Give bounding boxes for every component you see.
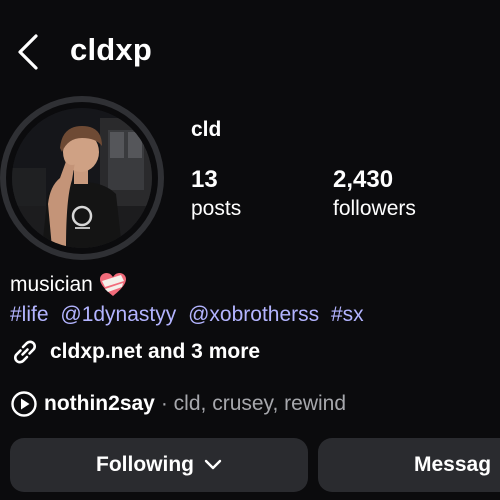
bio-links[interactable]: cldxp.net and 3 more [10, 337, 260, 367]
message-label: Messag [414, 453, 492, 476]
play-circle-icon [11, 391, 37, 417]
music-artists: · cld, crusey, rewind [160, 392, 347, 415]
chevron-down-icon [204, 459, 222, 470]
posts-label: posts [191, 197, 242, 220]
back-button[interactable] [16, 34, 42, 70]
link-text: cldxp.net and 3 more [50, 340, 261, 363]
posts-count: 13 [191, 166, 218, 193]
music-title: nothin2say [44, 392, 155, 415]
bio-text: musician [10, 273, 93, 296]
avatar-photo [12, 108, 152, 248]
followers-label: followers [333, 197, 416, 220]
link-icon [14, 340, 36, 364]
bio-mention-1dynastyy[interactable]: @1dynastyy [60, 303, 176, 326]
bio-mention-xobrotherss[interactable]: @xobrotherss [188, 303, 319, 326]
following-button[interactable]: Following [10, 438, 308, 492]
bandaged-heart-icon [99, 273, 126, 296]
bio-tag-sx[interactable]: #sx [331, 303, 364, 326]
bio-tag-life[interactable]: #life [10, 303, 49, 326]
bio: musician #life @1dynastyy @xobrotherss #… [10, 270, 370, 330]
avatar[interactable] [0, 96, 164, 260]
followers-count: 2,430 [333, 166, 394, 193]
message-button[interactable]: Messag [318, 438, 500, 492]
chevron-left-icon [18, 34, 38, 70]
followers-stat[interactable]: 2,430 followers [333, 166, 416, 224]
display-name: cld [191, 118, 222, 141]
profile-page: cldxp cld 13 posts 2,430 followers music… [0, 0, 500, 500]
bio-tags: #life @1dynastyy @xobrotherss #sx [10, 300, 370, 330]
page-title: cldxp [70, 32, 152, 67]
following-label: Following [96, 453, 194, 476]
profile-music[interactable]: nothin2say · cld, crusey, rewind [10, 390, 346, 418]
posts-stat[interactable]: 13 posts [191, 166, 241, 224]
